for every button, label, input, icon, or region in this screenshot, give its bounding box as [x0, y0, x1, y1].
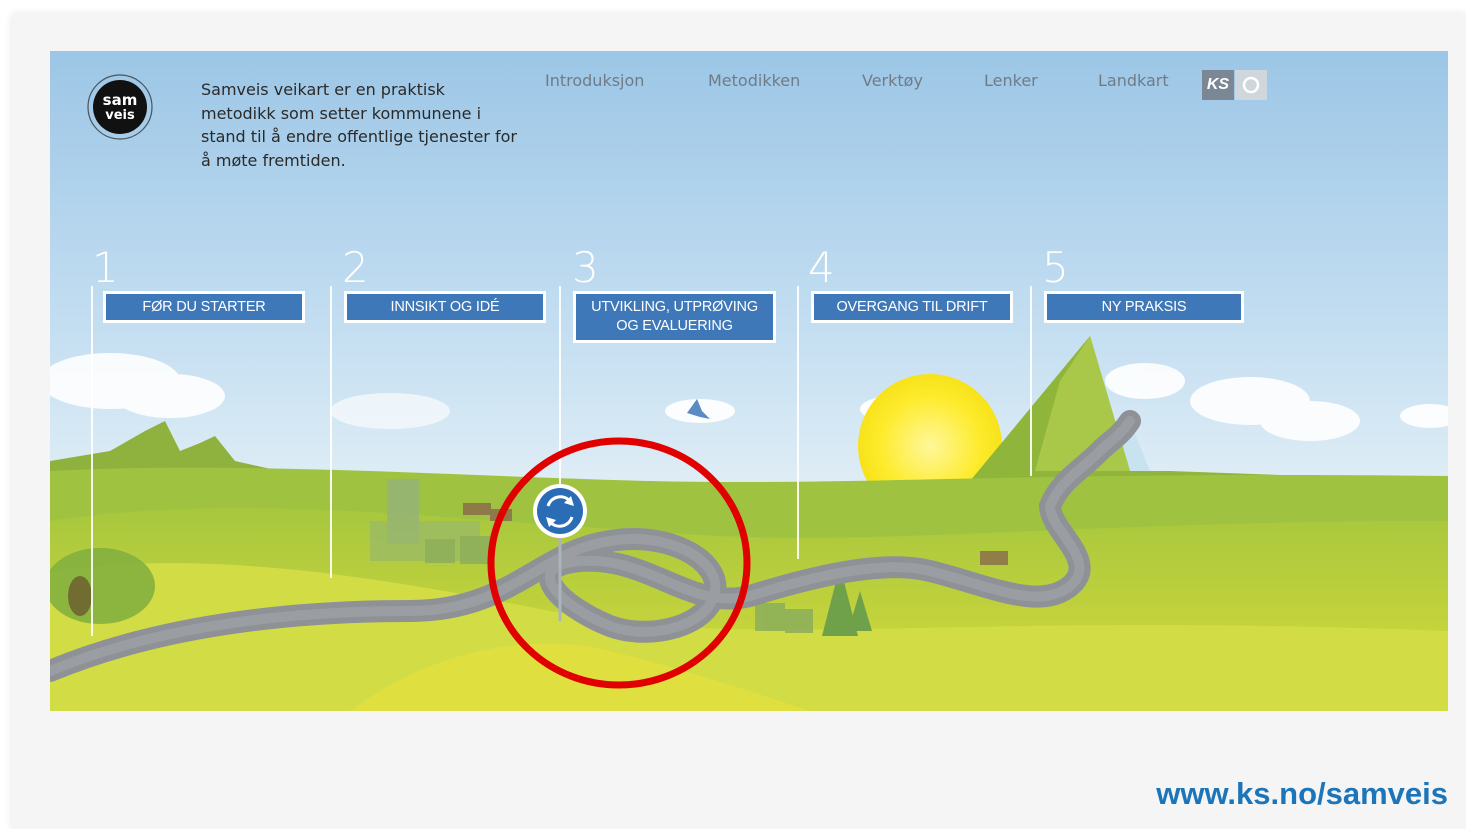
nav-introduksjon[interactable]: Introduksjon — [545, 71, 644, 90]
step-5-button[interactable]: NY PRAKSIS — [1044, 291, 1244, 323]
settings-button[interactable] — [1235, 70, 1267, 100]
nav-landkart[interactable]: Landkart — [1098, 71, 1169, 90]
step-1-line — [91, 286, 93, 636]
intro-text: Samveis veikart er en praktisk metodikk … — [201, 80, 517, 170]
footer-url-link[interactable]: www.ks.no/samveis — [1105, 776, 1448, 812]
nav-lenker[interactable]: Lenker — [984, 71, 1038, 90]
step-4-number: 4 — [808, 243, 835, 292]
samveis-logo[interactable]: sam veis — [86, 73, 154, 141]
step-4-button[interactable]: OVERGANG TIL DRIFT — [811, 291, 1013, 323]
gear-icon — [1242, 76, 1260, 94]
highlight-circle — [487, 437, 751, 689]
logo-text-top: sam — [103, 91, 138, 109]
step-1-number: 1 — [92, 243, 119, 292]
step-4-line — [797, 286, 799, 559]
step-2-button[interactable]: INNSIKT OG IDÉ — [344, 291, 546, 323]
nav-metodikken[interactable]: Metodikken — [708, 71, 800, 90]
step-2-line — [330, 286, 332, 578]
logo-text-bottom: veis — [105, 108, 135, 123]
step-5-number: 5 — [1042, 243, 1069, 292]
step-2-number: 2 — [342, 243, 369, 292]
nav-verktoy[interactable]: Verktøy — [862, 71, 923, 90]
ks-logo-button[interactable]: KS — [1202, 70, 1234, 100]
step-3-button[interactable]: UTVIKLING, UTPRØVING OG EVALUERING — [573, 291, 776, 343]
step-5-line — [1030, 286, 1032, 476]
step-1-button[interactable]: FØR DU STARTER — [103, 291, 305, 323]
step-3-number: 3 — [572, 243, 599, 292]
samveis-logo-icon: sam veis — [87, 74, 153, 140]
